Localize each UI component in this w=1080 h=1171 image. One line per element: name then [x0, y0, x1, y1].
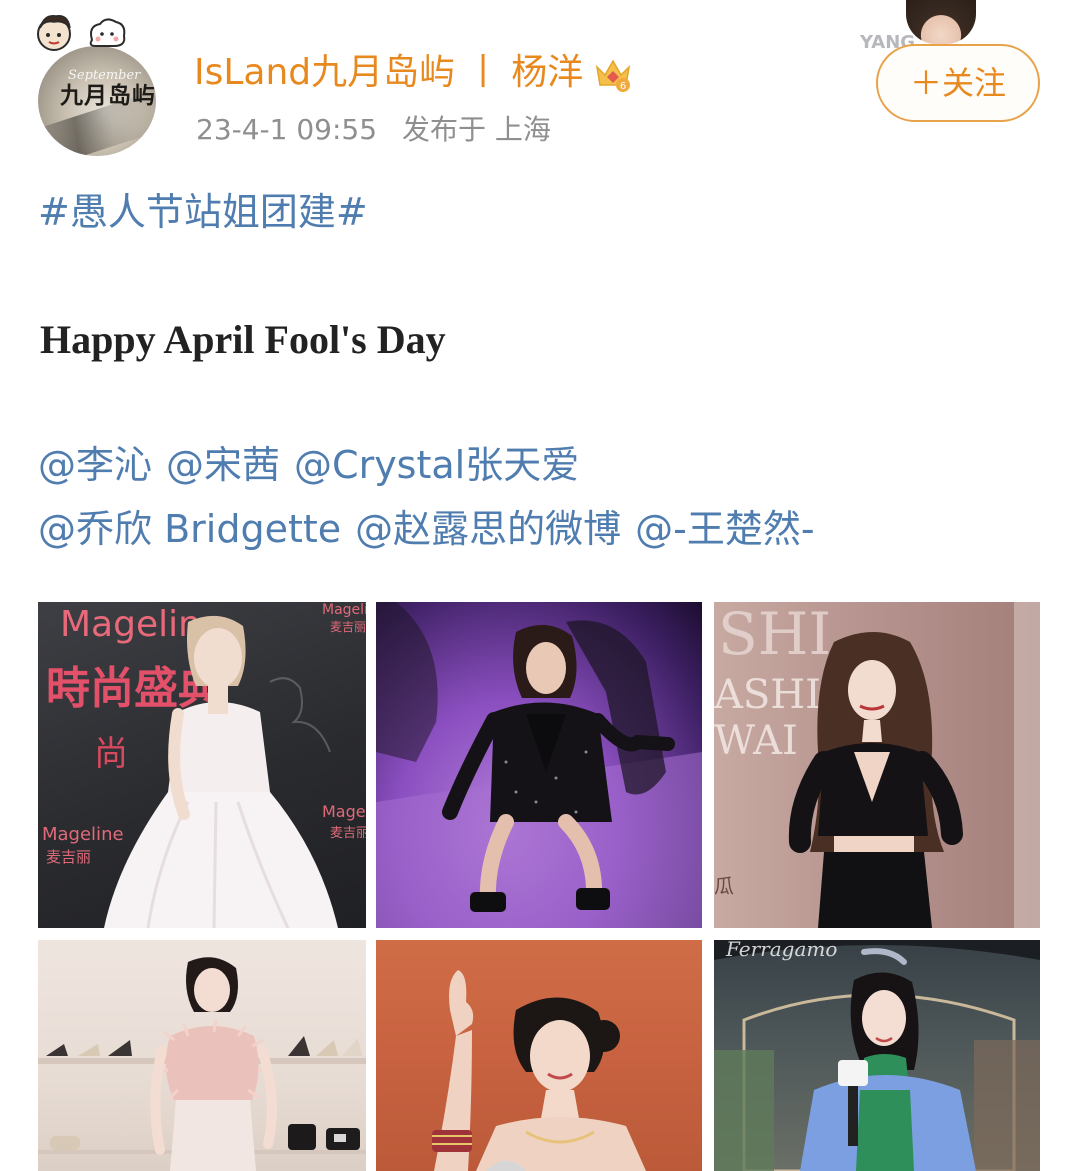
avatar-pendant-icon: [37, 15, 126, 51]
post-header: September 九月岛屿 IsLand九月岛屿丨杨洋 6 23-4-1 09…: [0, 0, 1080, 170]
photo-thumbnail[interactable]: [376, 940, 702, 1171]
mentions-line-1: @李沁 @宋茜 @Crystal张天爱: [38, 440, 593, 490]
figure-illustration: Ferragamo: [714, 940, 1040, 1171]
mention-link[interactable]: @Crystal张天爱: [294, 443, 579, 487]
avatar-text: 九月岛屿: [60, 82, 156, 109]
mention-link[interactable]: @宋茜: [166, 443, 280, 487]
figure-illustration: [104, 615, 338, 928]
mention-link[interactable]: @赵露思的微博: [355, 507, 621, 551]
author-name[interactable]: IsLand九月岛屿: [194, 52, 455, 93]
mention-link[interactable]: @乔欣 Bridgette: [38, 507, 341, 551]
svg-text:Ferragamo: Ferragamo: [725, 940, 837, 961]
figure-illustration: [788, 602, 1040, 928]
author-separator: 丨: [465, 52, 502, 93]
figure-illustration: [432, 970, 646, 1171]
photo-thumbnail[interactable]: SHI ASHIC WAI 瓜: [714, 602, 1040, 928]
post-headline: Happy April Fool's Day: [40, 317, 446, 362]
figure-illustration: [376, 602, 702, 928]
follow-card-avatar: [906, 0, 976, 44]
svg-text:6: 6: [620, 81, 626, 92]
post-time: 23-4-1 09:55: [196, 113, 378, 146]
mentions-line-2: @乔欣 Bridgette @赵露思的微博 @-王楚然-: [38, 504, 829, 554]
photo-thumbnail[interactable]: [38, 940, 366, 1171]
photo-thumbnail[interactable]: [376, 602, 702, 928]
linked-star-name[interactable]: 杨洋: [511, 52, 583, 93]
photo-thumbnail[interactable]: Mageline 時尚盛典 尚 Mageli 麦吉丽 Mageline 麦吉丽 …: [38, 602, 366, 928]
post-author[interactable]: IsLand九月岛屿丨杨洋 6: [194, 50, 633, 96]
crown-badge-icon[interactable]: 6: [593, 55, 633, 93]
mention-link[interactable]: @-王楚然-: [635, 507, 814, 551]
post-meta: 23-4-1 09:55 发布于 上海: [196, 110, 551, 150]
photo-grid: Mageline 時尚盛典 尚 Mageli 麦吉丽 Mageline 麦吉丽 …: [38, 602, 1040, 1171]
topic-hashtag[interactable]: #愚人节站姐团建#: [38, 188, 368, 236]
post-location: 发布于 上海: [401, 113, 551, 146]
photo-thumbnail[interactable]: Ferragamo: [714, 940, 1040, 1171]
follow-button[interactable]: ＋关注: [876, 44, 1040, 122]
figure-illustration: [38, 957, 366, 1171]
mention-link[interactable]: @李沁: [38, 443, 152, 487]
